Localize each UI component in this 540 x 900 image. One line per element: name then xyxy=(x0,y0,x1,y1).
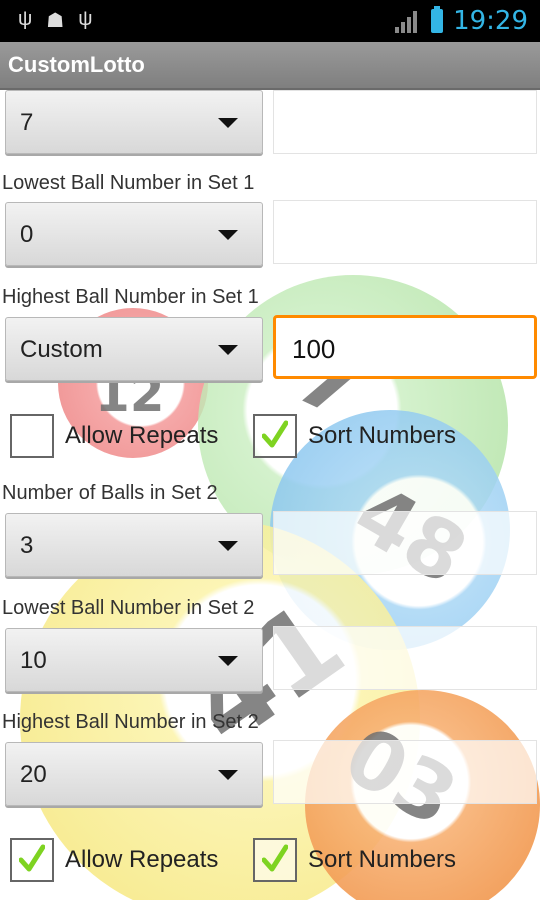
lowest-set2-label: Lowest Ball Number in Set 2 xyxy=(2,597,255,619)
lowest-set1-label: Lowest Ball Number in Set 1 xyxy=(2,172,255,194)
app-title: CustomLotto xyxy=(8,52,145,77)
highest-set1-label: Highest Ball Number in Set 1 xyxy=(2,286,259,308)
usb-icon: ψ xyxy=(78,8,93,30)
status-bar: ψ ☗ ψ 19:29 xyxy=(0,0,540,42)
highest-set2-spinner[interactable]: 20 xyxy=(5,742,263,806)
set2-options: Allow Repeats Sort Numbers xyxy=(0,836,540,886)
check-icon xyxy=(262,844,288,872)
lowest-set1-field[interactable] xyxy=(273,200,537,264)
dropdown-arrow-icon xyxy=(218,656,238,666)
allow-repeats-set2-checkbox[interactable] xyxy=(10,838,54,882)
balls-count-set1-field[interactable] xyxy=(273,90,537,154)
form-scroll[interactable]: 12 7 48 41 03 7 Lowest Ball Number in Se… xyxy=(0,90,540,900)
dropdown-arrow-icon xyxy=(218,118,238,128)
sort-numbers-set2-checkbox[interactable] xyxy=(253,838,297,882)
android-debug-icon: ☗ xyxy=(46,10,65,32)
lowest-set2-field[interactable] xyxy=(273,626,537,690)
lowest-set1-spinner[interactable]: 0 xyxy=(5,202,263,266)
sort-numbers-set1-label[interactable]: Sort Numbers xyxy=(308,422,456,450)
count-set2-spinner[interactable]: 3 xyxy=(5,513,263,577)
signal-icon xyxy=(395,9,421,33)
lowest-set2-spinner[interactable]: 10 xyxy=(5,628,263,692)
count-set2-label: Number of Balls in Set 2 xyxy=(2,482,218,504)
sort-numbers-set1-checkbox[interactable] xyxy=(253,414,297,458)
dropdown-arrow-icon xyxy=(218,541,238,551)
dropdown-arrow-icon xyxy=(218,230,238,240)
set1-options: Allow Repeats Sort Numbers xyxy=(0,412,540,462)
count-set2-field[interactable] xyxy=(273,511,537,575)
highest-set1-field[interactable]: 100 xyxy=(273,315,537,379)
battery-icon xyxy=(431,6,444,33)
action-bar: CustomLotto xyxy=(0,42,540,90)
dropdown-arrow-icon xyxy=(218,345,238,355)
clock: 19:29 xyxy=(453,6,528,36)
highest-set2-label: Highest Ball Number in Set 2 xyxy=(2,711,259,733)
allow-repeats-set2-label[interactable]: Allow Repeats xyxy=(65,846,218,874)
check-icon xyxy=(19,844,45,872)
spinner-value: 7 xyxy=(20,109,34,136)
balls-count-set1-spinner[interactable]: 7 xyxy=(5,90,263,154)
notification-icons: ψ ☗ ψ xyxy=(18,8,92,33)
highest-set1-spinner[interactable]: Custom xyxy=(5,317,263,381)
allow-repeats-set1-checkbox[interactable] xyxy=(10,414,54,458)
usb-icon: ψ xyxy=(18,8,33,30)
highest-set2-field[interactable] xyxy=(273,740,537,804)
sort-numbers-set2-label[interactable]: Sort Numbers xyxy=(308,846,456,874)
dropdown-arrow-icon xyxy=(218,770,238,780)
allow-repeats-set1-label[interactable]: Allow Repeats xyxy=(65,422,218,450)
check-icon xyxy=(262,420,288,448)
